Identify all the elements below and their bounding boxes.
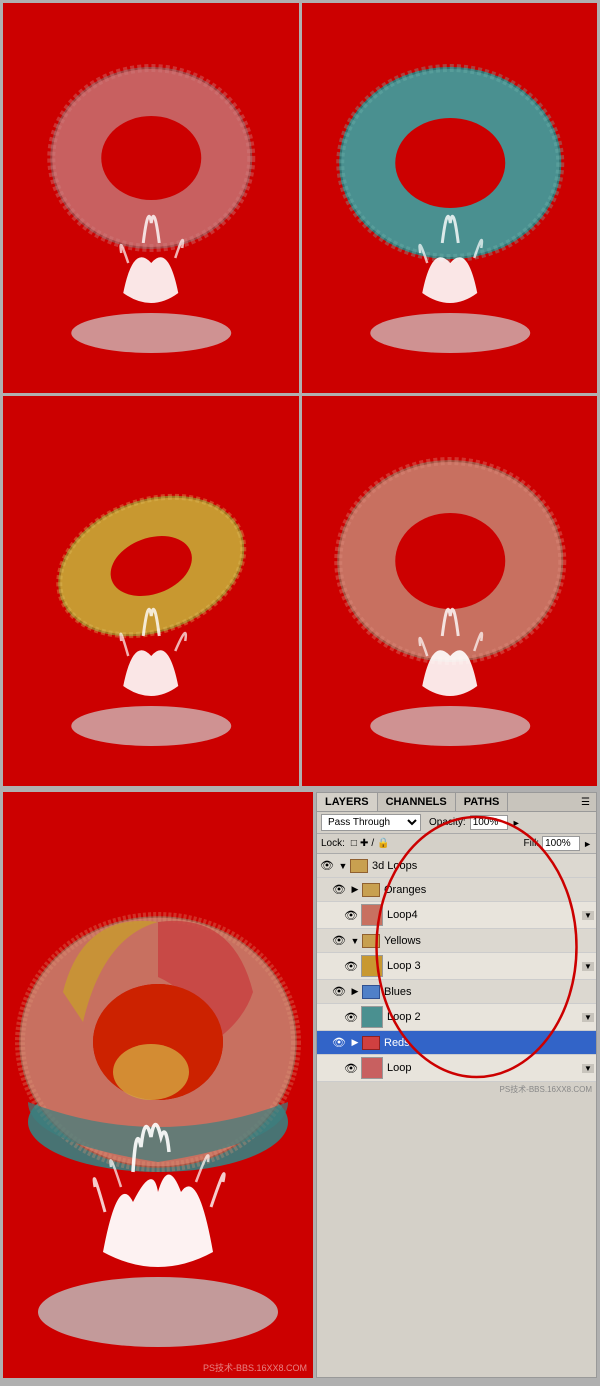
lock-move-icon[interactable]: ✚: [360, 838, 368, 849]
fill-arrow[interactable]: ►: [583, 839, 592, 849]
layer-loop-name: Loop: [387, 1062, 582, 1074]
layer-loop3-name: Loop 3: [387, 960, 582, 972]
eye-loop[interactable]: 👁: [343, 1060, 359, 1076]
opacity-arrow[interactable]: ►: [512, 818, 521, 828]
lock-label: Lock:: [321, 838, 345, 849]
cell-yellow-donut: [3, 396, 299, 786]
eye-reds[interactable]: 👁: [331, 1035, 347, 1051]
folder-reds: [362, 1036, 380, 1050]
tab-channels[interactable]: CHANNELS: [378, 793, 456, 811]
layers-list: 👁 ▼ 3d Loops 👁 ▶ Oranges 👁 Loop4 ▼: [317, 854, 596, 1082]
folder-blues: [362, 985, 380, 999]
lock-unchecked-icon[interactable]: □: [351, 838, 357, 849]
layer-yellows[interactable]: 👁 ▼ Yellows: [317, 929, 596, 953]
layer-loop4[interactable]: 👁 Loop4 ▼: [317, 902, 596, 929]
tab-layers[interactable]: LAYERS: [317, 793, 378, 811]
arrow-yellows[interactable]: ▼: [349, 935, 361, 947]
layer-loop2[interactable]: 👁 Loop 2 ▼: [317, 1004, 596, 1031]
layer-loop[interactable]: 👁 Loop ▼: [317, 1055, 596, 1082]
eye-blues[interactable]: 👁: [331, 984, 347, 1000]
layer-blues[interactable]: 👁 ▶ Blues: [317, 980, 596, 1004]
cell-orange-donut: [302, 396, 598, 786]
folder-3d-loops: [350, 859, 368, 873]
opacity-input[interactable]: [470, 815, 508, 830]
layer-oranges-name: Oranges: [384, 884, 582, 896]
folder-oranges: [362, 883, 380, 897]
folder-yellows: [362, 934, 380, 948]
thumb-loop3: [361, 955, 383, 977]
eye-loop2[interactable]: 👁: [343, 1009, 359, 1025]
bottom-section: PS技术-BBS.16XX8.COM LAYERS CHANNELS PATHS…: [0, 789, 600, 1381]
eye-oranges[interactable]: 👁: [331, 882, 347, 898]
thumb-loop4: [361, 904, 383, 926]
layer-3d-loops-name: 3d Loops: [372, 860, 582, 872]
cell-red-donut: [3, 3, 299, 393]
layers-panel: LAYERS CHANNELS PATHS ☰ Pass Through Opa…: [316, 792, 597, 1378]
layer-reds-name: Reds: [384, 1037, 582, 1049]
eye-loop4[interactable]: 👁: [343, 907, 359, 923]
thumb-loop: [361, 1057, 383, 1079]
bottom-large-image: PS技术-BBS.16XX8.COM: [3, 792, 313, 1378]
layer-loop2-name: Loop 2: [387, 1011, 582, 1023]
opacity-label: Opacity:: [429, 817, 466, 828]
layer-oranges[interactable]: 👁 ▶ Oranges: [317, 878, 596, 902]
top-grid: [0, 0, 600, 789]
layer-loop3[interactable]: 👁 Loop 3 ▼: [317, 953, 596, 980]
layers-menu-icon[interactable]: ☰: [575, 794, 596, 811]
arrow-oranges[interactable]: ▶: [349, 884, 361, 896]
cell-teal-donut: [302, 3, 598, 393]
layer-loop4-name: Loop4: [387, 909, 582, 921]
arrow-blues[interactable]: ▶: [349, 986, 361, 998]
lock-paint-icon[interactable]: /: [371, 838, 374, 849]
eye-loop3[interactable]: 👁: [343, 958, 359, 974]
lock-all-icon[interactable]: 🔒: [377, 838, 389, 849]
arrow-3d-loops[interactable]: ▼: [337, 860, 349, 872]
layer-3d-loops[interactable]: 👁 ▼ 3d Loops: [317, 854, 596, 878]
arrow-reds[interactable]: ▶: [349, 1037, 361, 1049]
layers-watermark: PS技术-BBS.16XX8.COM: [317, 1082, 596, 1097]
layer-yellows-name: Yellows: [384, 935, 582, 947]
fill-input[interactable]: [542, 836, 580, 851]
scroll-loop4: ▼: [582, 911, 594, 920]
thumb-loop2: [361, 1006, 383, 1028]
tab-paths[interactable]: PATHS: [456, 793, 509, 811]
layer-reds[interactable]: 👁 ▶ Reds: [317, 1031, 596, 1055]
fill-label: Fill:: [524, 838, 540, 849]
blend-mode-select[interactable]: Pass Through: [321, 814, 421, 831]
scroll-loop: ▼: [582, 1064, 594, 1073]
eye-yellows[interactable]: 👁: [331, 933, 347, 949]
layers-tabs: LAYERS CHANNELS PATHS ☰: [317, 793, 596, 812]
lock-row: Lock: □ ✚ / 🔒 Fill: ►: [317, 834, 596, 854]
eye-3d-loops[interactable]: 👁: [319, 858, 335, 874]
scroll-loop2: ▼: [582, 1013, 594, 1022]
layer-blues-name: Blues: [384, 986, 582, 998]
watermark: PS技术-BBS.16XX8.COM: [203, 1361, 307, 1374]
blend-mode-row: Pass Through Opacity: ►: [317, 812, 596, 834]
scroll-loop3: ▼: [582, 962, 594, 971]
